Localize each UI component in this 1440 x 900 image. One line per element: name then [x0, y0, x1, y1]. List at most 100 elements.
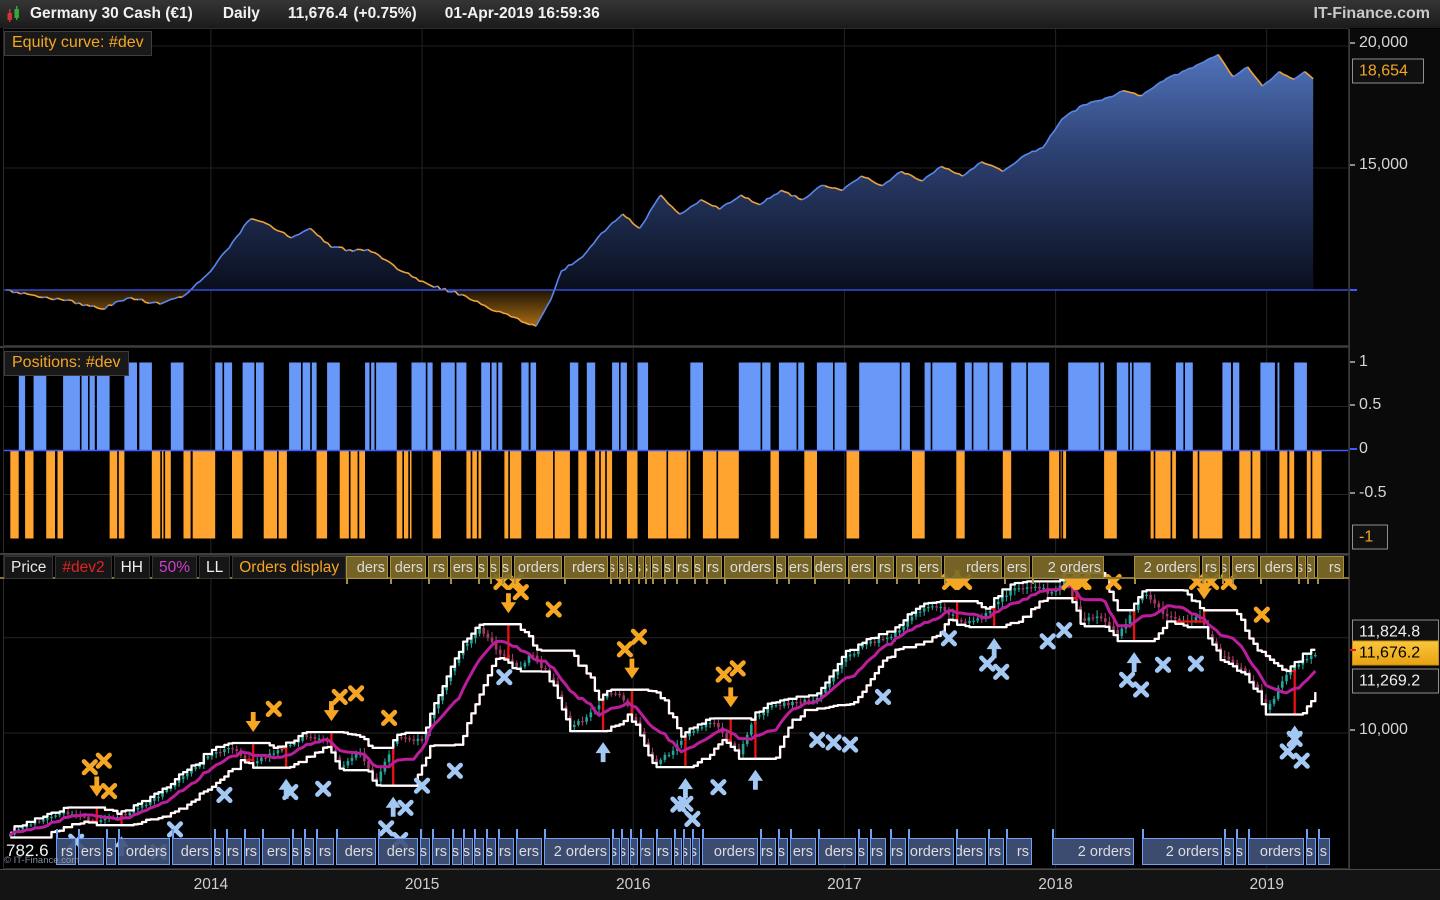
order-label[interactable]: ers: [788, 556, 812, 579]
order-label[interactable]: s: [674, 838, 682, 865]
toolbar-chip-price[interactable]: Price: [4, 556, 54, 579]
order-label[interactable]: s: [463, 838, 473, 865]
order-label[interactable]: s: [610, 556, 618, 579]
order-label[interactable]: s: [694, 556, 704, 579]
order-label[interactable]: s: [1318, 838, 1330, 865]
order-label[interactable]: s: [652, 556, 662, 579]
order-label[interactable]: s: [486, 838, 496, 865]
order-label[interactable]: ers: [262, 838, 290, 865]
order-label[interactable]: 2 orders: [1052, 838, 1134, 865]
order-label[interactable]: rders: [564, 556, 608, 579]
order-label[interactable]: s: [683, 838, 691, 865]
panel-separator[interactable]: [0, 553, 1349, 555]
order-label[interactable]: rs: [890, 838, 906, 865]
order-label[interactable]: rs: [656, 838, 672, 865]
order-label[interactable]: rs: [988, 838, 1004, 865]
equity-panel-label[interactable]: Equity curve: #dev: [4, 31, 152, 56]
order-label[interactable]: rs: [760, 838, 776, 865]
order-label[interactable]: ers: [918, 556, 942, 579]
order-label[interactable]: ers: [790, 838, 816, 865]
order-label[interactable]: rs: [226, 838, 242, 865]
order-label[interactable]: ers: [848, 556, 874, 579]
positions-chart[interactable]: [3, 347, 1349, 554]
order-label[interactable]: rs: [244, 838, 260, 865]
order-label[interactable]: rs: [1202, 556, 1220, 579]
order-label[interactable]: s: [106, 838, 116, 865]
order-label[interactable]: s: [621, 838, 629, 865]
order-label[interactable]: s: [628, 556, 636, 579]
toolbar-chip-ll[interactable]: LL: [198, 556, 231, 579]
order-label[interactable]: s: [478, 556, 488, 579]
order-label[interactable]: rs: [706, 556, 722, 579]
order-label[interactable]: ders: [814, 556, 846, 579]
order-label[interactable]: rs: [676, 556, 692, 579]
order-label[interactable]: rs: [876, 556, 894, 579]
order-label[interactable]: s: [1306, 838, 1316, 865]
order-label[interactable]: orders: [702, 838, 758, 865]
order-label[interactable]: rs: [316, 838, 334, 865]
order-label[interactable]: ers: [450, 556, 476, 579]
equity-chart[interactable]: [3, 28, 1349, 346]
order-label[interactable]: rs: [1006, 838, 1032, 865]
order-label[interactable]: ers: [1004, 556, 1030, 579]
toolbar-chip--dev2[interactable]: #dev2: [55, 556, 112, 579]
time-axis[interactable]: 2014 2015 2016 2017 2018 2019: [0, 869, 1440, 900]
order-label[interactable]: 2 orders: [1142, 838, 1222, 865]
order-label[interactable]: ders: [336, 838, 376, 865]
order-label[interactable]: ders: [818, 838, 856, 865]
order-label[interactable]: s: [619, 556, 627, 579]
order-label[interactable]: s: [692, 838, 700, 865]
order-label[interactable]: s: [292, 838, 302, 865]
order-label[interactable]: 2 orders: [1134, 556, 1200, 579]
order-label[interactable]: ders: [378, 838, 418, 865]
right-price-axis[interactable]: 20,000 18,654 15,000 1 0.5 0 -0.5 -1 11,824.8 11,…: [1349, 29, 1440, 869]
order-label[interactable]: s: [1307, 556, 1315, 579]
order-label[interactable]: s: [776, 556, 786, 579]
order-label[interactable]: rs: [896, 556, 916, 579]
order-label[interactable]: ders: [346, 556, 388, 579]
order-label[interactable]: s: [1236, 838, 1246, 865]
order-label[interactable]: ders: [172, 838, 212, 865]
order-label[interactable]: ers: [1232, 556, 1258, 579]
price-chart[interactable]: [3, 555, 1349, 869]
order-label[interactable]: s: [1298, 556, 1306, 579]
order-label[interactable]: s: [214, 838, 224, 865]
order-label[interactable]: s: [304, 838, 314, 865]
order-label[interactable]: s: [420, 838, 430, 865]
order-label[interactable]: ers: [78, 838, 104, 865]
toolbar-chip-50-[interactable]: 50%: [151, 556, 197, 579]
order-label[interactable]: orders: [514, 556, 562, 579]
order-label[interactable]: orders: [118, 838, 170, 865]
toolbar-chip-hh[interactable]: HH: [113, 556, 150, 579]
order-label[interactable]: s: [778, 838, 788, 865]
order-label[interactable]: ders: [1260, 556, 1296, 579]
toolbar-chip-orders-display[interactable]: Orders display: [232, 556, 347, 579]
order-label[interactable]: orders: [1248, 838, 1304, 865]
positions-panel-label[interactable]: Positions: #dev: [4, 351, 129, 376]
order-label[interactable]: ders: [956, 838, 986, 865]
order-label[interactable]: s: [645, 556, 651, 579]
order-label[interactable]: s: [474, 838, 484, 865]
order-label[interactable]: rs: [870, 838, 886, 865]
order-label[interactable]: s: [490, 556, 500, 579]
order-label[interactable]: rs: [1317, 556, 1344, 579]
order-label[interactable]: s: [630, 838, 638, 865]
order-label[interactable]: orders: [908, 838, 954, 865]
order-label[interactable]: 2 orders: [1032, 556, 1104, 579]
order-label[interactable]: rs: [432, 838, 450, 865]
order-label[interactable]: orders: [724, 556, 774, 579]
order-label[interactable]: ders: [390, 556, 426, 579]
order-label[interactable]: rders: [944, 556, 1002, 579]
order-label[interactable]: s: [452, 838, 462, 865]
order-label[interactable]: s: [1224, 838, 1234, 865]
order-label[interactable]: 2 orders: [544, 838, 610, 865]
order-label[interactable]: s: [612, 838, 620, 865]
order-label[interactable]: ers: [516, 838, 542, 865]
order-label[interactable]: s: [858, 838, 868, 865]
order-label[interactable]: rs: [640, 838, 654, 865]
order-label[interactable]: rs: [498, 838, 514, 865]
order-label[interactable]: s: [1222, 556, 1230, 579]
order-label[interactable]: rs: [428, 556, 448, 579]
order-label[interactable]: s: [664, 556, 674, 579]
order-label[interactable]: s: [638, 556, 644, 579]
